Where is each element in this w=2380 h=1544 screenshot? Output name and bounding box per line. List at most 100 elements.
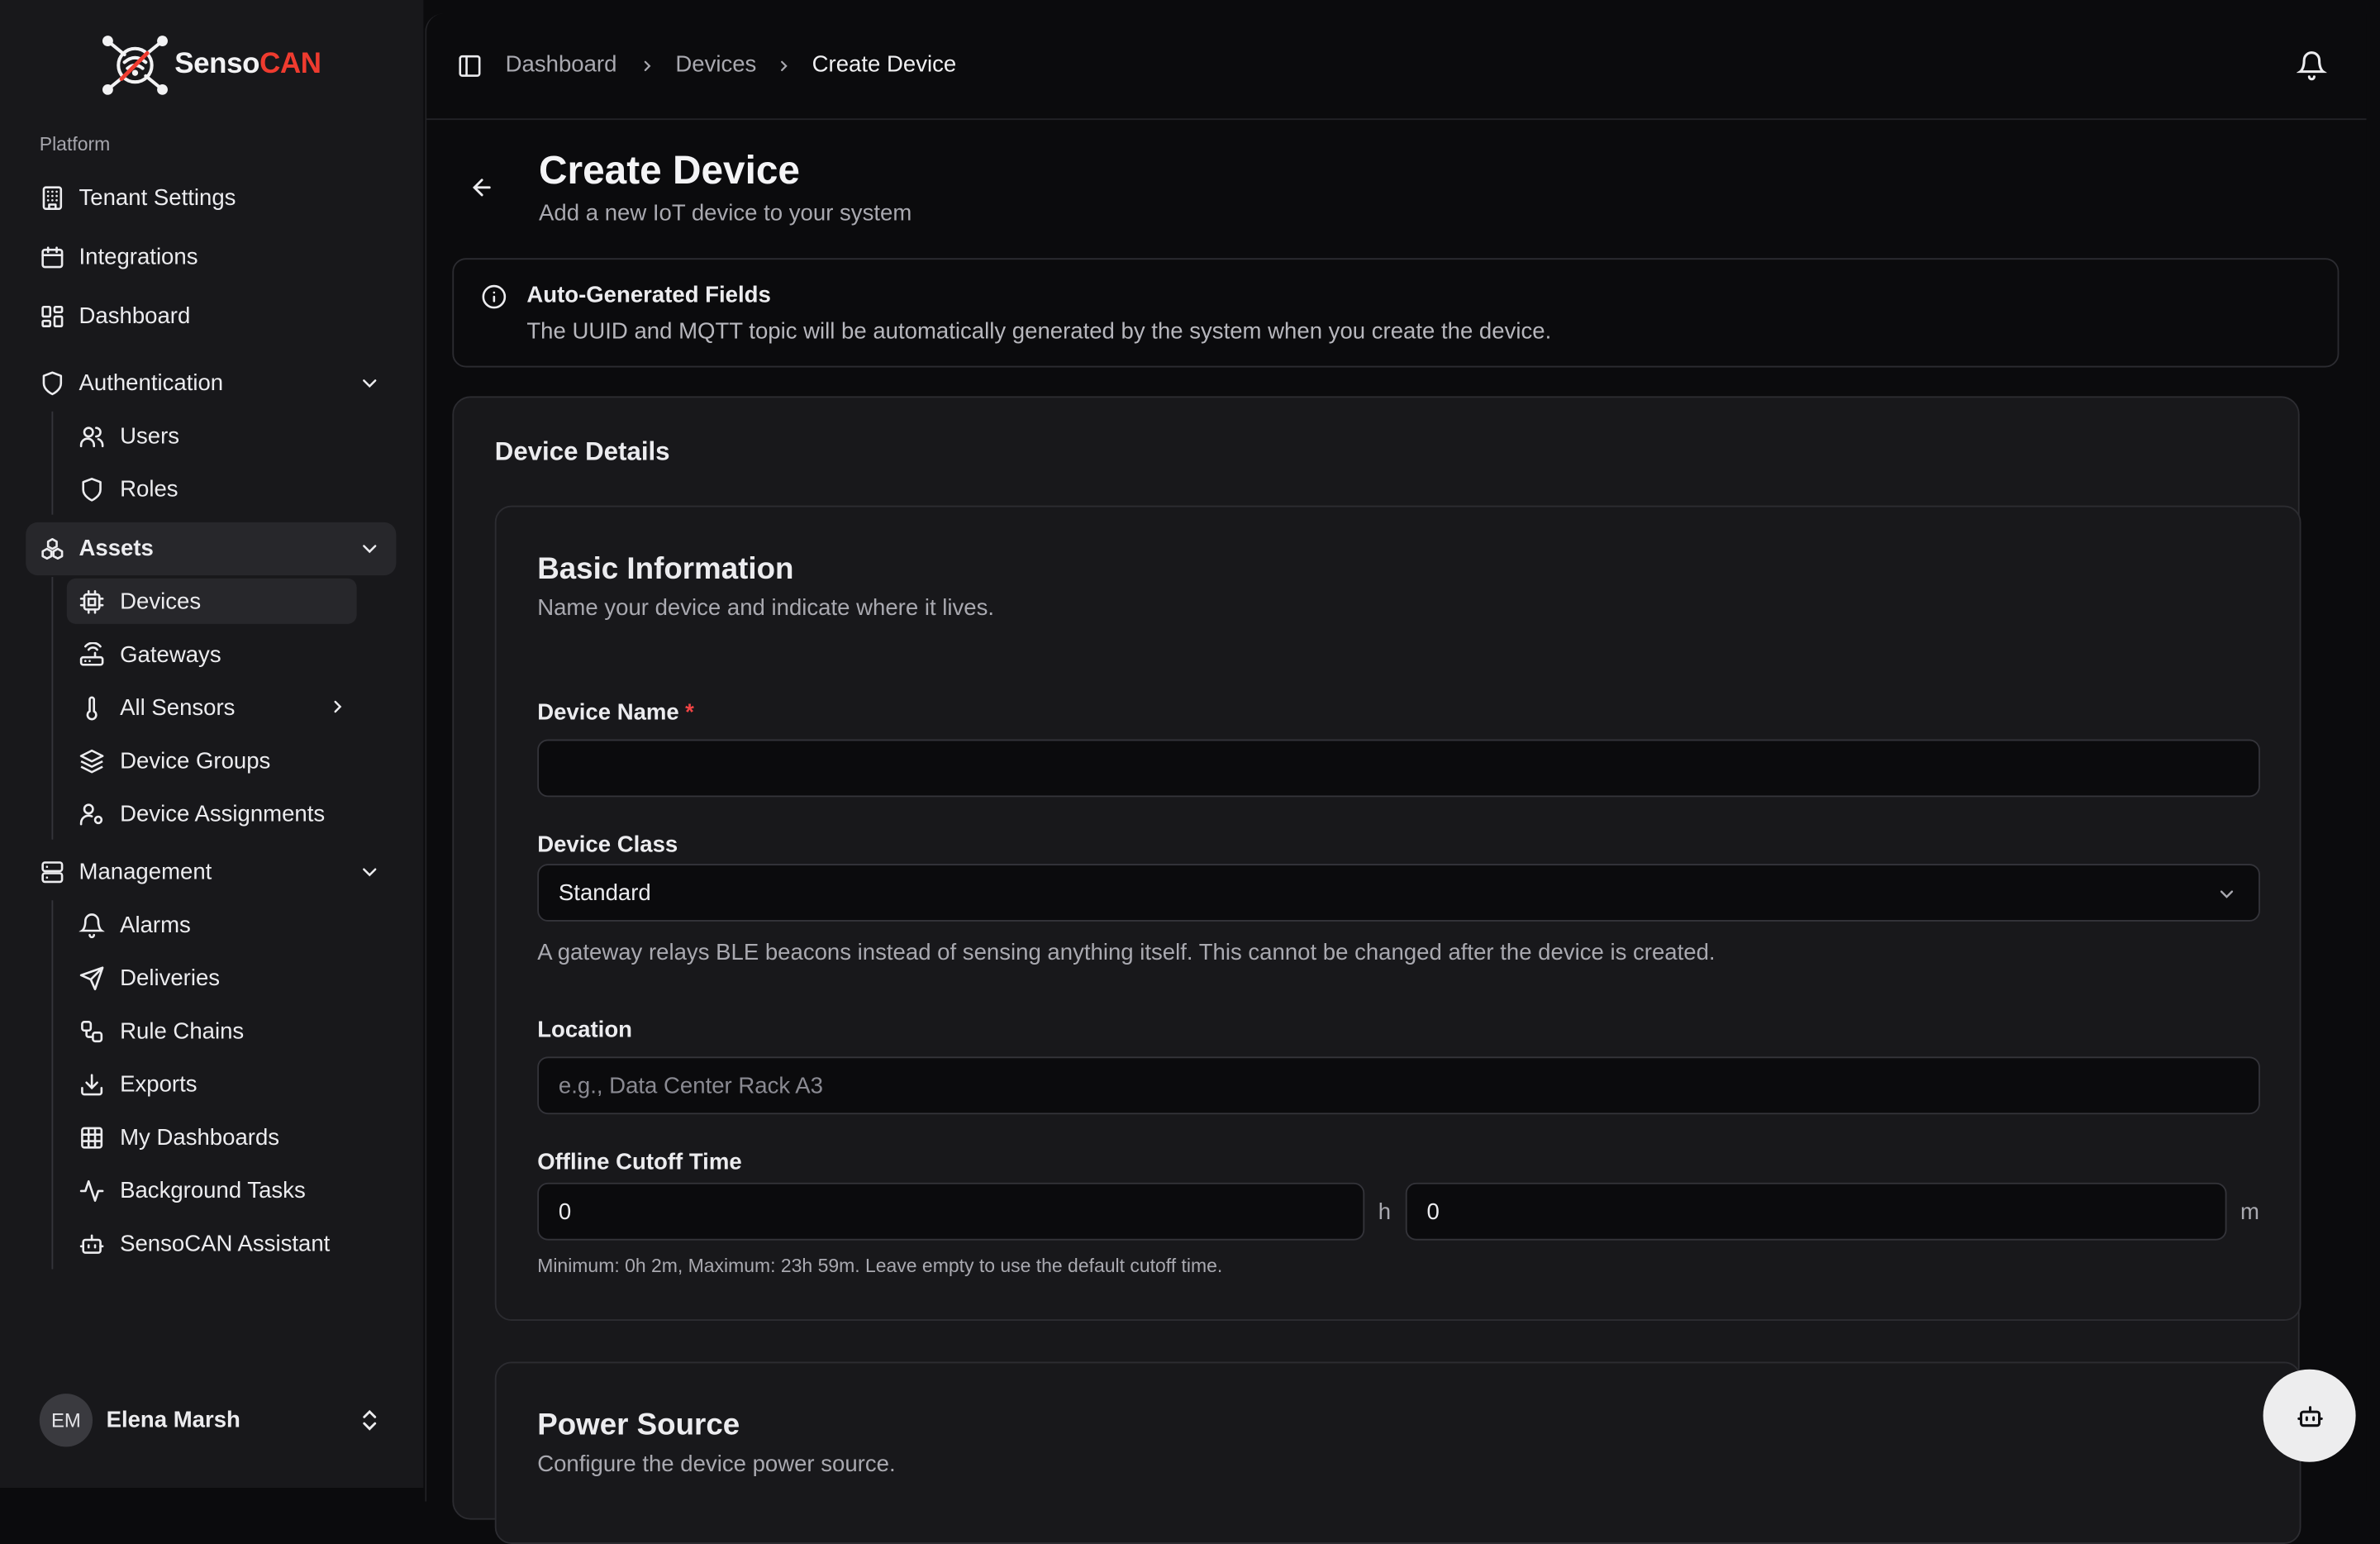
- bell-icon: [79, 913, 105, 939]
- chevron-down-icon: [363, 379, 377, 388]
- breadcrumb-current: Create Device: [812, 51, 957, 78]
- sidebar-item-roles[interactable]: Roles: [67, 466, 357, 512]
- device-name-input[interactable]: [537, 739, 2260, 798]
- cutoff-minutes-input[interactable]: [1405, 1182, 2227, 1241]
- sidebar-item-label: Assets: [79, 536, 154, 562]
- breadcrumb-devices[interactable]: Devices: [675, 51, 756, 77]
- alert-title: Auto-Generated Fields: [526, 282, 771, 308]
- notifications-bell-icon[interactable]: [2296, 50, 2327, 81]
- sidebar-item-my-dashboards[interactable]: My Dashboards: [67, 1114, 357, 1160]
- sidebar-item-alarms[interactable]: Alarms: [67, 902, 357, 947]
- shield-icon: [42, 371, 63, 396]
- group-label-platform: Platform: [39, 133, 111, 155]
- info-icon: [482, 284, 507, 309]
- back-arrow-icon[interactable]: [469, 174, 495, 200]
- sidebar-item-gateways[interactable]: Gateways: [67, 631, 357, 677]
- section-description: Configure the device power source.: [537, 1451, 896, 1478]
- sidebar-item-integrations[interactable]: Integrations: [26, 231, 396, 284]
- sidebar-item-authentication[interactable]: Authentication: [26, 357, 396, 410]
- sidebar-item-label: Authentication: [79, 370, 224, 397]
- sidebar-item-assistant[interactable]: SensoCAN Assistant: [67, 1221, 357, 1266]
- device-name-label: Device Name *: [537, 699, 694, 726]
- sidebar-item-device-groups[interactable]: Device Groups: [67, 738, 357, 784]
- hours-unit: h: [1378, 1199, 1392, 1226]
- sidebar-item-label: Roles: [120, 475, 178, 503]
- brand-logo[interactable]: SensoCAN: [100, 33, 321, 97]
- chevron-down-icon: [363, 545, 377, 554]
- sidebar-item-label: Device Groups: [120, 747, 271, 774]
- sidebar-item-label: Exports: [120, 1070, 198, 1098]
- send-icon: [79, 966, 104, 991]
- sidebar-item-devices[interactable]: Devices: [66, 578, 357, 624]
- avatar: EM: [39, 1394, 93, 1447]
- tree-line: [51, 900, 54, 1270]
- device-class-select[interactable]: Standard: [537, 864, 2260, 922]
- main-content: Dashboard Devices Create Device Create D…: [425, 13, 2367, 1544]
- workflow-icon: [81, 1021, 103, 1043]
- activity-icon: [79, 1179, 104, 1202]
- sidebar-item-label: Device Assignments: [120, 800, 326, 827]
- sidebar-item-label: My Dashboards: [120, 1124, 280, 1151]
- app-root: SensoCAN Platform Tenant Settings Integr…: [0, 0, 2380, 1544]
- sidebar-item-device-assignments[interactable]: Device Assignments: [67, 791, 357, 836]
- sidebar-item-all-sensors[interactable]: All Sensors: [67, 684, 357, 730]
- sensocan-logo-icon: [102, 36, 168, 95]
- grid-icon: [81, 1127, 103, 1149]
- location-input[interactable]: [537, 1056, 2260, 1115]
- sidebar-item-deliveries[interactable]: Deliveries: [67, 955, 357, 1000]
- breadcrumb-dashboard[interactable]: Dashboard: [506, 51, 617, 77]
- section-title: Power Source: [537, 1408, 740, 1442]
- calendar-icon: [41, 246, 64, 269]
- sidebar-item-label: Integrations: [79, 244, 198, 270]
- bot-icon: [2297, 1405, 2322, 1427]
- assistant-fab-button[interactable]: [2263, 1369, 2356, 1462]
- device-class-help: A gateway relays BLE beacons instead of …: [537, 939, 1716, 966]
- shield-icon: [82, 478, 102, 502]
- page-subtitle: Add a new IoT device to your system: [539, 200, 912, 226]
- sidebar-item-label: Management: [79, 859, 212, 885]
- sidebar-toggle-icon[interactable]: [457, 53, 483, 79]
- sidebar-item-tenant-settings[interactable]: Tenant Settings: [26, 172, 396, 225]
- chevron-right-icon: [781, 60, 788, 72]
- server-icon: [41, 861, 64, 884]
- sidebar-item-rule-chains[interactable]: Rule Chains: [67, 1008, 357, 1054]
- offline-cutoff-label: Offline Cutoff Time: [537, 1149, 742, 1175]
- device-class-label: Device Class: [537, 832, 678, 858]
- sidebar-item-label: Rule Chains: [120, 1017, 245, 1044]
- sidebar-item-label: Background Tasks: [120, 1177, 306, 1203]
- building-icon: [42, 186, 63, 211]
- user-cog-icon: [79, 803, 103, 826]
- card-title: Device Details: [494, 436, 670, 466]
- sidebar-item-exports[interactable]: Exports: [67, 1061, 357, 1107]
- sidebar-item-dashboard[interactable]: Dashboard: [26, 290, 396, 343]
- chevron-right-icon: [334, 700, 342, 713]
- layout-dashboard-icon: [41, 305, 64, 327]
- bot-icon: [79, 1234, 104, 1254]
- sidebar-item-label: Dashboard: [79, 303, 191, 330]
- minutes-unit: m: [2240, 1199, 2259, 1226]
- sidebar-item-users[interactable]: Users: [67, 413, 357, 459]
- sidebar-item-label: Devices: [120, 588, 202, 614]
- sidebar-item-management[interactable]: Management: [26, 846, 396, 898]
- user-menu[interactable]: EM Elena Marsh: [39, 1394, 388, 1448]
- location-label: Location: [537, 1017, 632, 1043]
- users-icon: [79, 427, 104, 448]
- sidebar-item-label: Gateways: [120, 641, 221, 668]
- sidebar-item-label: Tenant Settings: [79, 185, 236, 212]
- sidebar-item-assets[interactable]: Assets: [26, 522, 397, 576]
- boxes-icon: [41, 537, 64, 560]
- page-title: Create Device: [539, 147, 800, 193]
- power-source-section: Power Source Configure the device power …: [494, 1361, 2301, 1544]
- basic-information-section: Basic Information Name your device and i…: [494, 505, 2301, 1321]
- sidebar-item-label: Users: [120, 422, 180, 449]
- thermometer-icon: [86, 696, 98, 721]
- chevrons-up-down-icon: [363, 1409, 377, 1431]
- section-title: Basic Information: [537, 552, 794, 586]
- section-description: Name your device and indicate where it l…: [537, 595, 995, 622]
- sidebar-item-label: Deliveries: [120, 965, 221, 991]
- layers-icon: [79, 749, 104, 774]
- sidebar-item-background-tasks[interactable]: Background Tasks: [67, 1167, 357, 1213]
- user-name: Elena Marsh: [106, 1407, 240, 1433]
- sidebar: SensoCAN Platform Tenant Settings Integr…: [0, 0, 424, 1488]
- cutoff-hours-input[interactable]: [537, 1182, 1365, 1241]
